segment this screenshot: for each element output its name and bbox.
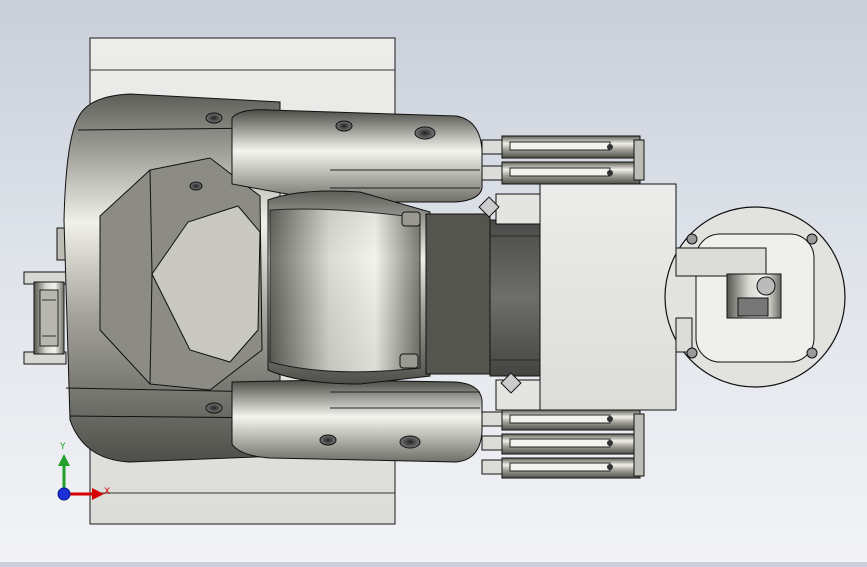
elbow-joint-top: [231, 109, 483, 203]
left-connector: [23, 227, 70, 365]
cad-graphics-viewport[interactable]: Y X: [0, 0, 867, 562]
triad-x-label: X: [104, 487, 111, 497]
tool-flange-disc: [664, 206, 846, 388]
actuator-group-top: [481, 135, 645, 185]
robot-arm-model[interactable]: [0, 0, 867, 562]
elbow-joint-bottom: [231, 379, 483, 463]
triad-y-label: Y: [60, 442, 66, 452]
actuator-group-bottom: [481, 409, 645, 479]
upper-arm-cover: [267, 190, 431, 385]
